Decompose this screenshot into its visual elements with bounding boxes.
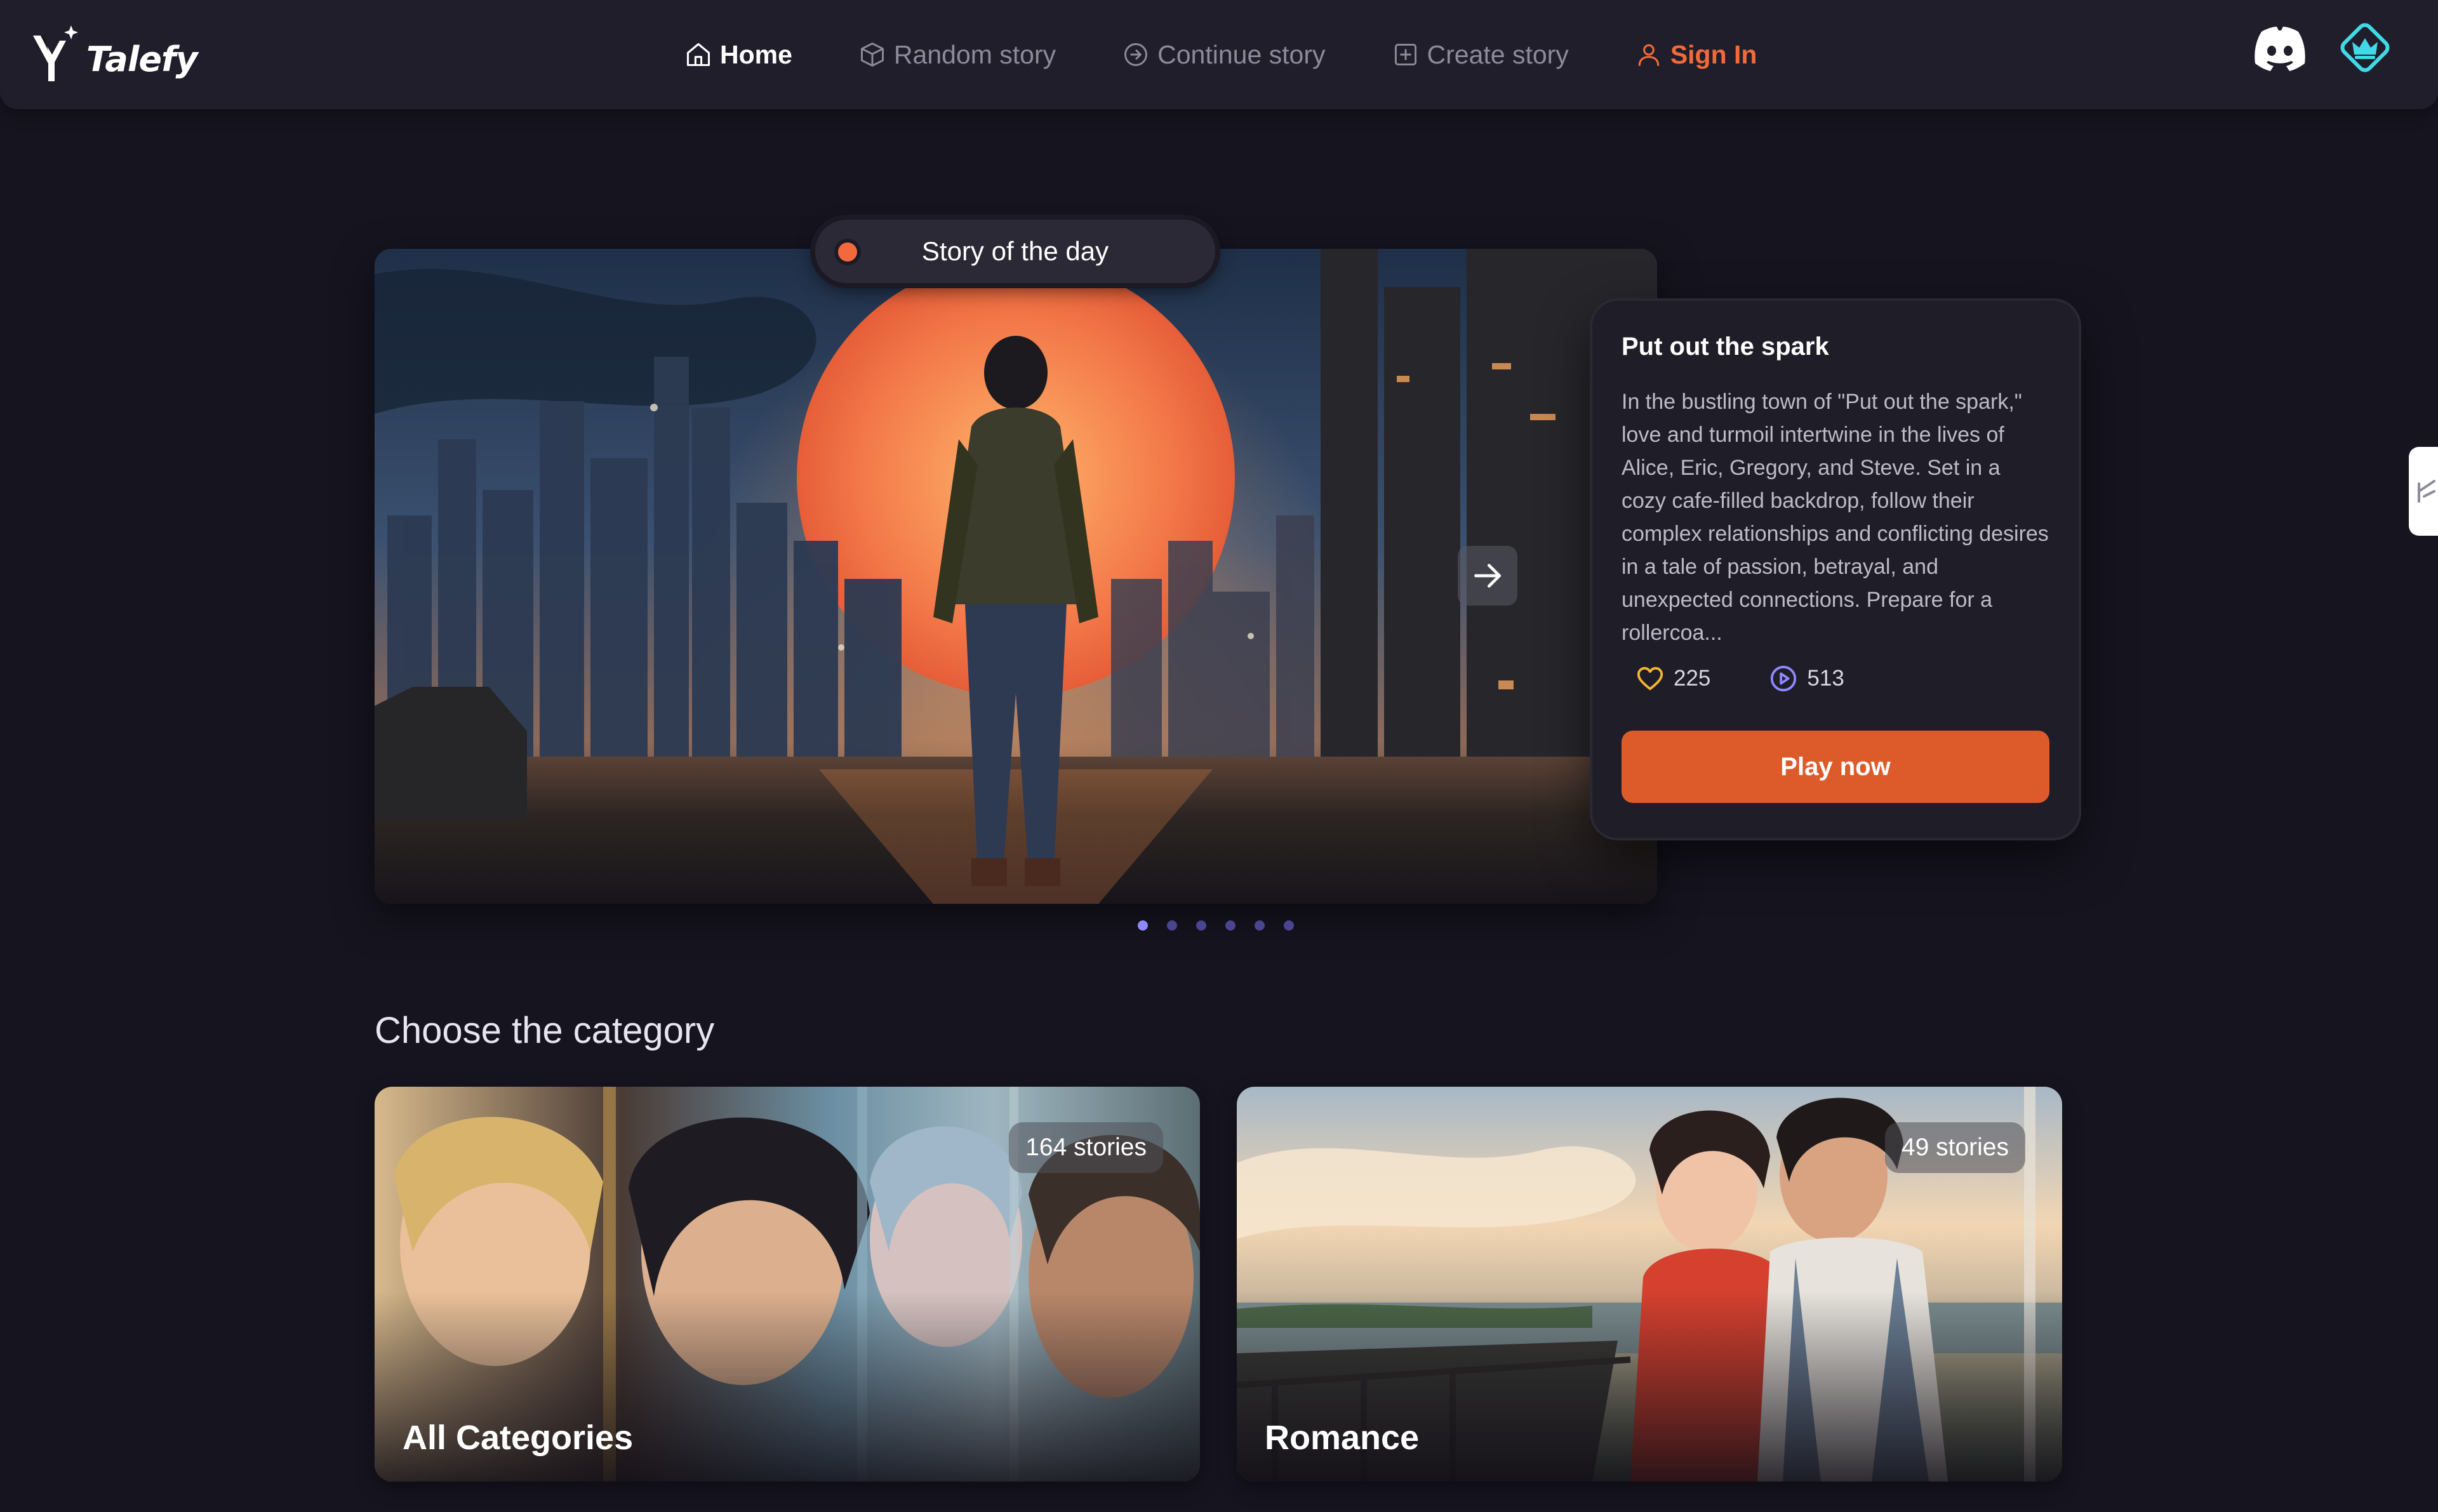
carousel-dot[interactable] (1196, 920, 1206, 931)
arrow-right-icon (1474, 564, 1501, 588)
plus-square-icon (1394, 43, 1416, 66)
story-of-the-day-label: Story of the day (921, 236, 1109, 266)
logo-mark-icon (33, 25, 78, 81)
nav-continue-story[interactable]: Continue story (1122, 29, 1326, 80)
carousel-dot[interactable] (1255, 920, 1265, 931)
category-card-romance[interactable]: 49 stories Romance (1237, 1087, 2062, 1482)
home-icon (686, 43, 710, 67)
sign-in-link[interactable]: Sign In (1635, 29, 1757, 80)
nav-create-story[interactable]: Create story (1392, 29, 1569, 80)
story-count-badge: 164 stories (1009, 1122, 1163, 1173)
nav-continue-story-label: Continue story (1157, 39, 1326, 69)
carousel-dots (1138, 920, 1313, 931)
category-name: Romance (1265, 1419, 1420, 1457)
sign-in-label: Sign In (1670, 39, 1757, 69)
carousel-dot[interactable] (1284, 920, 1294, 931)
story-count-badge: 49 stories (1884, 1122, 2025, 1173)
cube-icon (860, 43, 884, 67)
carousel-dot[interactable] (1138, 920, 1148, 931)
carousel-dot[interactable] (1167, 920, 1177, 931)
story-details-card: Put out the spark In the bustling town o… (1592, 301, 2079, 838)
side-tab-icon (2418, 480, 2435, 503)
carousel-next-button[interactable] (1458, 546, 1517, 606)
brand-name: Talefy (86, 39, 198, 79)
carousel-dot[interactable] (1225, 920, 1236, 931)
nav-home-label: Home (720, 39, 792, 69)
nav-random-story-label: Random story (893, 39, 1056, 69)
discord-button[interactable] (2253, 23, 2307, 74)
crown-diamond-icon (2340, 23, 2390, 72)
discord-icon (2255, 27, 2305, 71)
likes-count: 225 (1674, 666, 1711, 691)
likes-stat: 225 (1635, 664, 1710, 693)
category-heading: Choose the category (375, 1010, 715, 1051)
plays-count: 513 (1807, 666, 1844, 691)
play-now-button[interactable]: Play now (1622, 731, 2049, 803)
nav-create-story-label: Create story (1427, 39, 1569, 69)
main-nav: Home Random story Continue story Create … (684, 29, 1757, 80)
nav-home[interactable]: Home (684, 29, 792, 80)
arrow-circle-icon (1124, 43, 1148, 66)
top-navbar: Talefy Home Random story Continue story … (0, 0, 2438, 109)
story-stats: 225 513 (1622, 660, 2049, 698)
story-description: In the bustling town of "Put out the spa… (1622, 390, 2049, 645)
nav-random-story[interactable]: Random story (858, 29, 1056, 80)
plays-stat: 513 (1769, 664, 1844, 693)
premium-button[interactable] (2336, 19, 2394, 76)
user-icon (1638, 44, 1660, 67)
logo[interactable]: Talefy (29, 18, 198, 89)
category-card-all[interactable]: 164 stories All Categories (375, 1087, 1200, 1482)
heart-icon (1637, 666, 1663, 691)
play-circle-icon (1771, 665, 1797, 692)
story-title: Put out the spark (1622, 333, 1829, 361)
feedback-side-tab[interactable] (2409, 447, 2438, 536)
story-of-the-day-badge: Story of the day (815, 220, 1215, 283)
category-name: All Categories (403, 1419, 634, 1457)
